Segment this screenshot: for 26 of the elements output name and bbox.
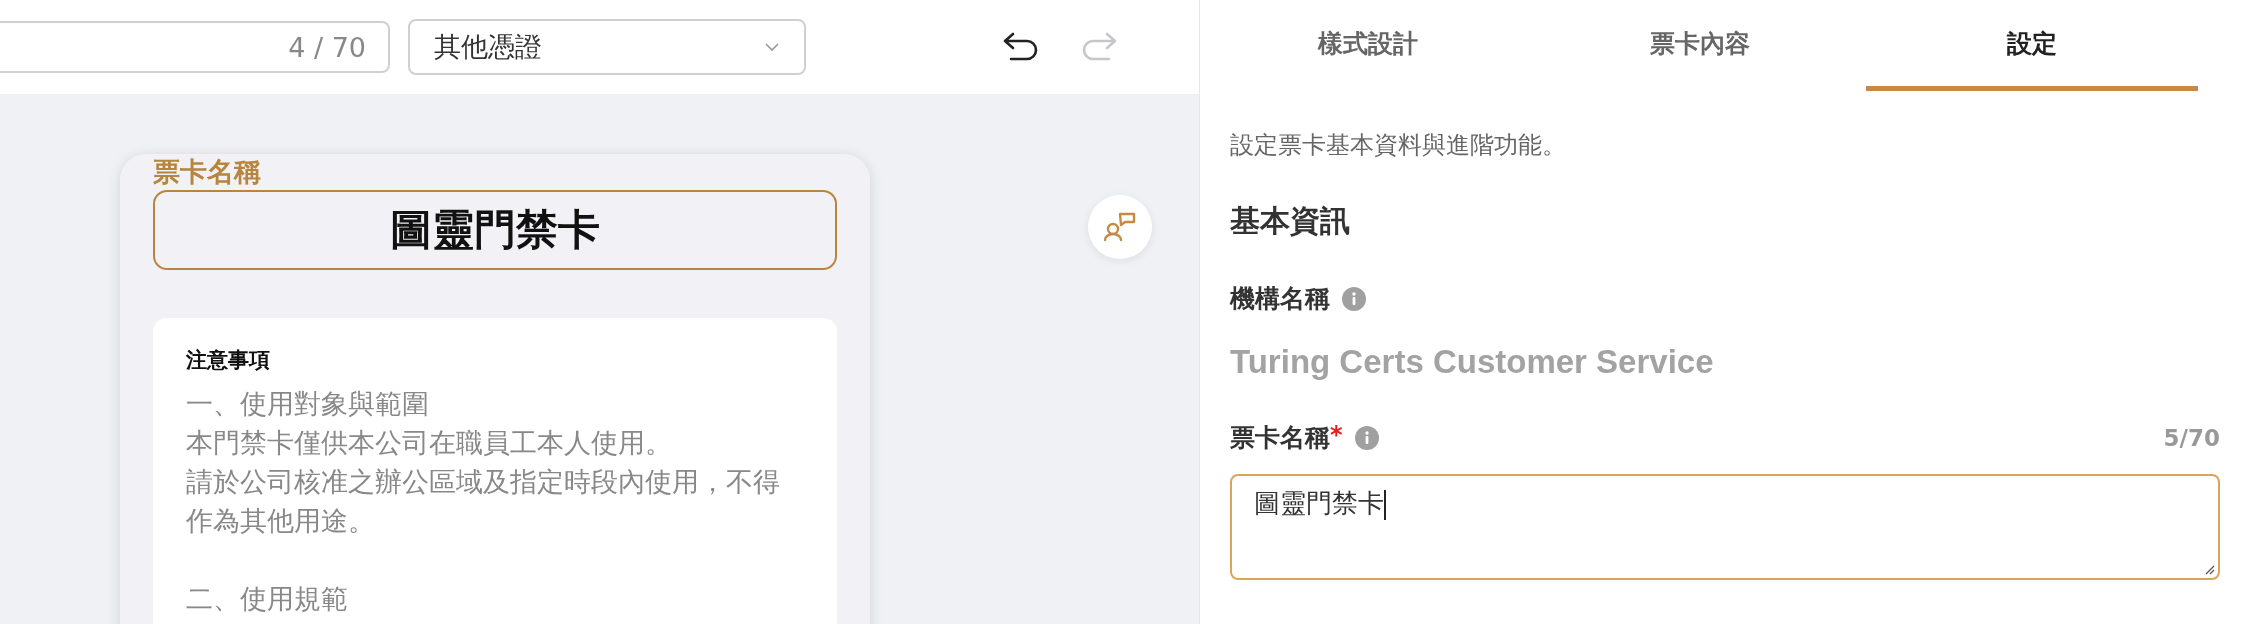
character-counter: 5/70 xyxy=(2163,424,2220,451)
notes-text: 請於公司核准之辦公區域及指定時段內使用，不得作為其他用途。 xyxy=(186,465,781,538)
tab[interactable]: 票卡內容 xyxy=(1534,0,1866,91)
notes-text: 二、使用規範 xyxy=(186,582,349,616)
notes-heading: 注意事項 xyxy=(186,347,271,374)
organization-name: Turing Certs Customer Service xyxy=(1230,343,1715,381)
notes-text: 本門禁卡僅供本公司在職員工本人使用。 xyxy=(186,426,673,460)
person-chat-icon xyxy=(1103,212,1137,242)
description-text: 設定票卡基本資料與進階功能。 xyxy=(1230,130,1567,161)
chevron-down-icon xyxy=(764,42,780,52)
notes-text: 一、使用對象與範圍 xyxy=(186,387,430,421)
tab[interactable]: 設定 xyxy=(1866,0,2198,91)
category-dropdown[interactable]: 其他憑證 xyxy=(408,19,806,75)
card-title: 圖靈門禁卡 xyxy=(153,190,837,270)
card-name-input[interactable]: 圖靈門禁卡 xyxy=(1230,474,2220,580)
name-field[interactable]: 4 / 70 xyxy=(0,21,390,73)
section-title: 基本資訊 xyxy=(1230,202,1351,240)
resize-handle-icon[interactable] xyxy=(2203,563,2215,575)
required-asterisk: * xyxy=(1330,421,1343,449)
field-label: 機構名稱 xyxy=(1230,283,1330,315)
character-counter: 4 / 70 xyxy=(288,31,366,63)
tab[interactable]: 樣式設計 xyxy=(1202,0,1534,91)
info-icon[interactable] xyxy=(1354,425,1379,450)
card-name-label: 票卡名稱 xyxy=(153,155,262,189)
field-label: 票卡名稱 xyxy=(1230,422,1330,454)
info-icon[interactable] xyxy=(1342,286,1366,311)
